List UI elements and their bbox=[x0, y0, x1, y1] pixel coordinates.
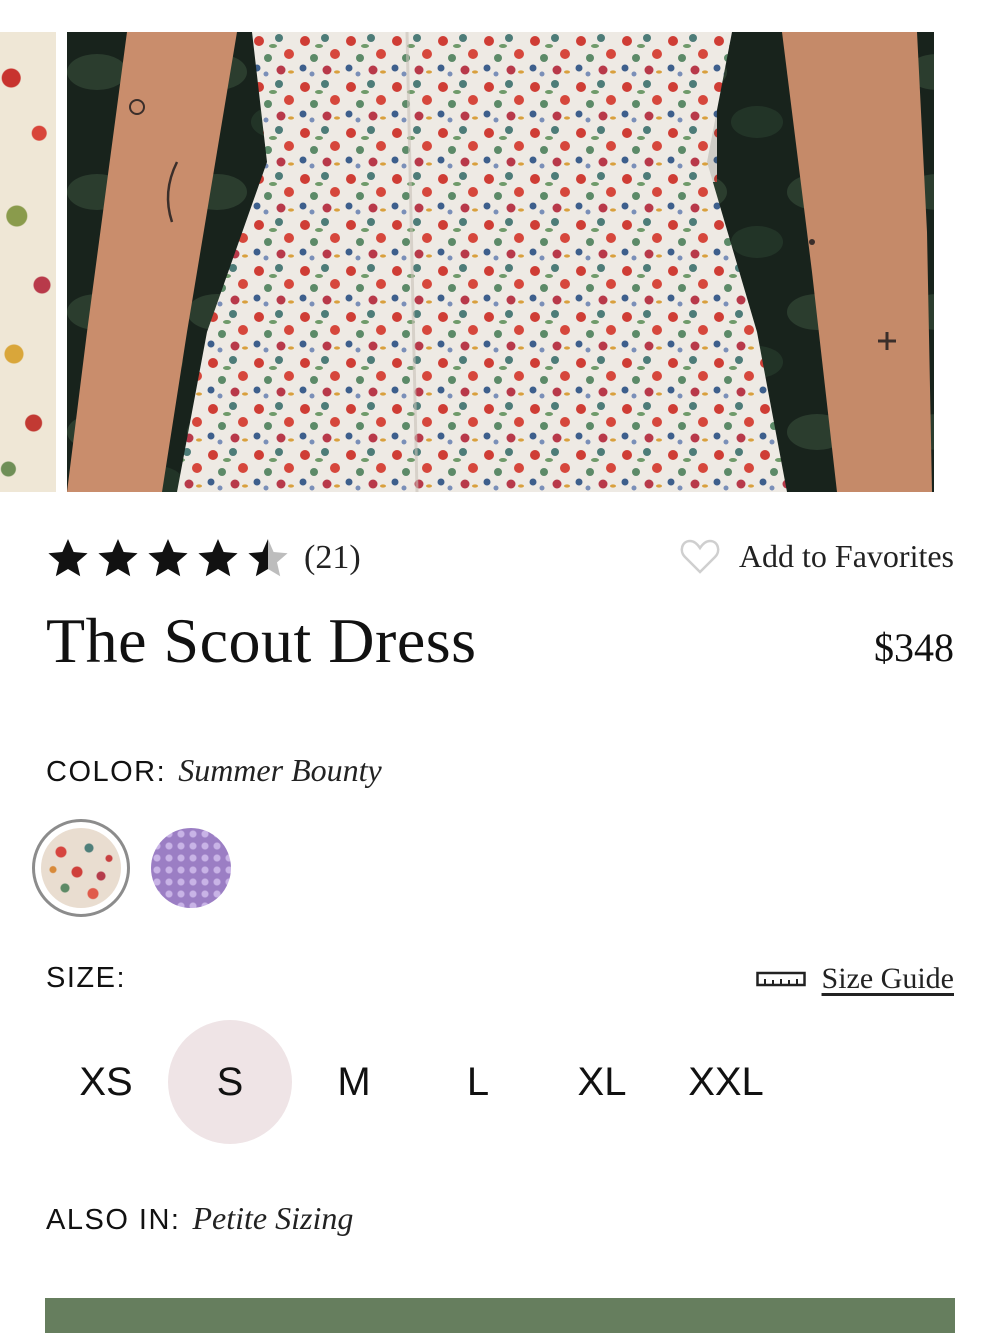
review-count[interactable]: (21) bbox=[304, 539, 361, 577]
star-icon bbox=[148, 539, 188, 577]
add-to-favorites-label: Add to Favorites bbox=[738, 537, 954, 574]
size-options: XS S M L XL XXL bbox=[44, 1020, 788, 1144]
size-option-xs[interactable]: XS bbox=[44, 1020, 168, 1144]
petite-sizing-link[interactable]: Petite Sizing bbox=[193, 1200, 354, 1237]
size-guide-label: Size Guide bbox=[821, 962, 954, 995]
size-option-xxl[interactable]: XXL bbox=[664, 1020, 788, 1144]
size-label-row: SIZE: bbox=[46, 962, 126, 995]
heart-outline-icon bbox=[680, 539, 720, 574]
add-to-bag-button[interactable] bbox=[45, 1298, 955, 1333]
previous-product-image[interactable] bbox=[0, 32, 56, 492]
ruler-icon bbox=[755, 971, 806, 987]
swatch-lilac-image bbox=[151, 828, 231, 908]
color-swatch-summer-bounty[interactable] bbox=[32, 819, 130, 917]
product-title: The Scout Dress bbox=[46, 605, 477, 676]
add-to-favorites-button[interactable]: Add to Favorites bbox=[679, 536, 954, 576]
size-label: SIZE: bbox=[46, 962, 127, 994]
size-option-xl[interactable]: XL bbox=[540, 1020, 664, 1144]
size-option-l[interactable]: L bbox=[416, 1020, 540, 1144]
color-swatches bbox=[32, 819, 240, 917]
selected-color-name: Summer Bounty bbox=[178, 752, 382, 788]
also-in-label: ALSO IN: bbox=[46, 1204, 181, 1236]
size-option-m[interactable]: M bbox=[292, 1020, 416, 1144]
product-image-gallery bbox=[0, 0, 1000, 492]
rating-stars bbox=[46, 536, 290, 580]
product-rating[interactable]: (21) bbox=[46, 535, 361, 581]
star-icon bbox=[198, 539, 238, 577]
size-option-s[interactable]: S bbox=[168, 1020, 292, 1144]
color-label-row: COLOR: Summer Bounty bbox=[46, 752, 382, 789]
dress-photo-illustration bbox=[67, 32, 934, 492]
main-product-image[interactable] bbox=[67, 32, 934, 492]
color-swatch-lilac[interactable] bbox=[142, 819, 240, 917]
star-icon bbox=[248, 539, 288, 577]
swatch-floral-image bbox=[41, 828, 121, 908]
star-icon bbox=[98, 539, 138, 577]
product-price: $348 bbox=[874, 625, 954, 670]
size-guide-link[interactable]: Size Guide bbox=[755, 962, 954, 996]
color-label: COLOR: bbox=[46, 756, 167, 788]
also-in-row: ALSO IN: Petite Sizing bbox=[46, 1200, 353, 1237]
star-icon bbox=[48, 539, 88, 577]
